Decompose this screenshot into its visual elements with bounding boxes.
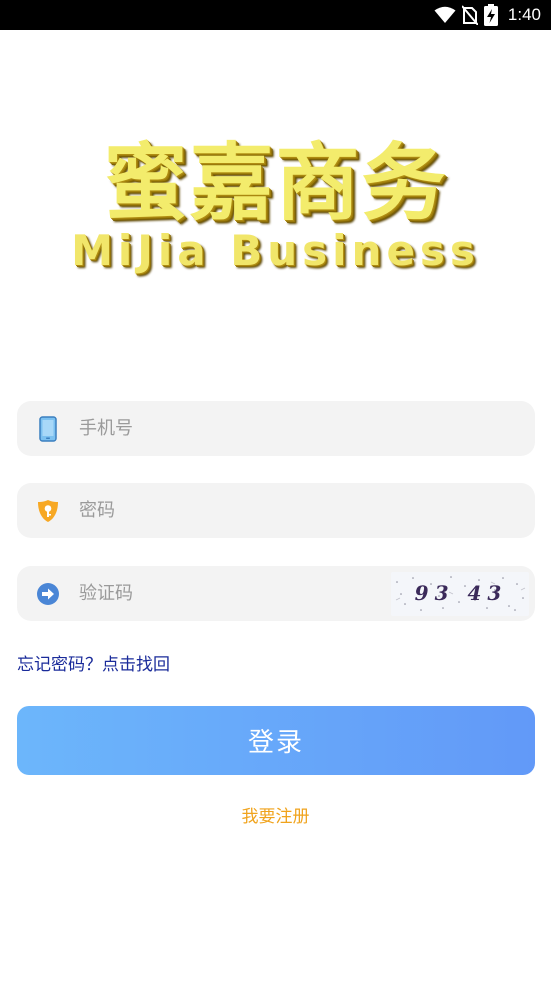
captcha-image[interactable]: 93 43 (391, 572, 529, 616)
captcha-text: 93 43 (415, 581, 508, 605)
password-field[interactable] (17, 483, 535, 538)
logo-title-cn: 蜜嘉商务 (103, 134, 448, 232)
key-shield-icon (35, 497, 61, 524)
arrow-right-circle-icon (35, 580, 61, 607)
password-input[interactable] (79, 483, 379, 538)
app-logo: 蜜嘉商务 MiJia Business (0, 138, 551, 278)
no-sim-icon (461, 5, 478, 25)
phone-icon (35, 415, 61, 442)
captcha-input[interactable] (79, 566, 379, 621)
login-screen: 1:40 蜜嘉商务 MiJia Business 手机号 验证码 93 43 忘… (0, 0, 551, 981)
wifi-icon (434, 6, 456, 23)
battery-charging-icon (483, 4, 498, 26)
login-button[interactable]: 登录 (17, 706, 535, 775)
status-time: 1:40 (507, 5, 541, 24)
status-bar: 1:40 (0, 0, 551, 30)
forgot-password-link[interactable]: 忘记密码？点击找回 (17, 650, 170, 675)
phone-field[interactable] (17, 401, 535, 456)
logo-title-en: MiJia Business (71, 226, 480, 275)
phone-input[interactable] (79, 401, 379, 456)
register-link[interactable]: 我要注册 (0, 802, 551, 827)
captcha-field[interactable]: 93 43 (17, 566, 535, 621)
